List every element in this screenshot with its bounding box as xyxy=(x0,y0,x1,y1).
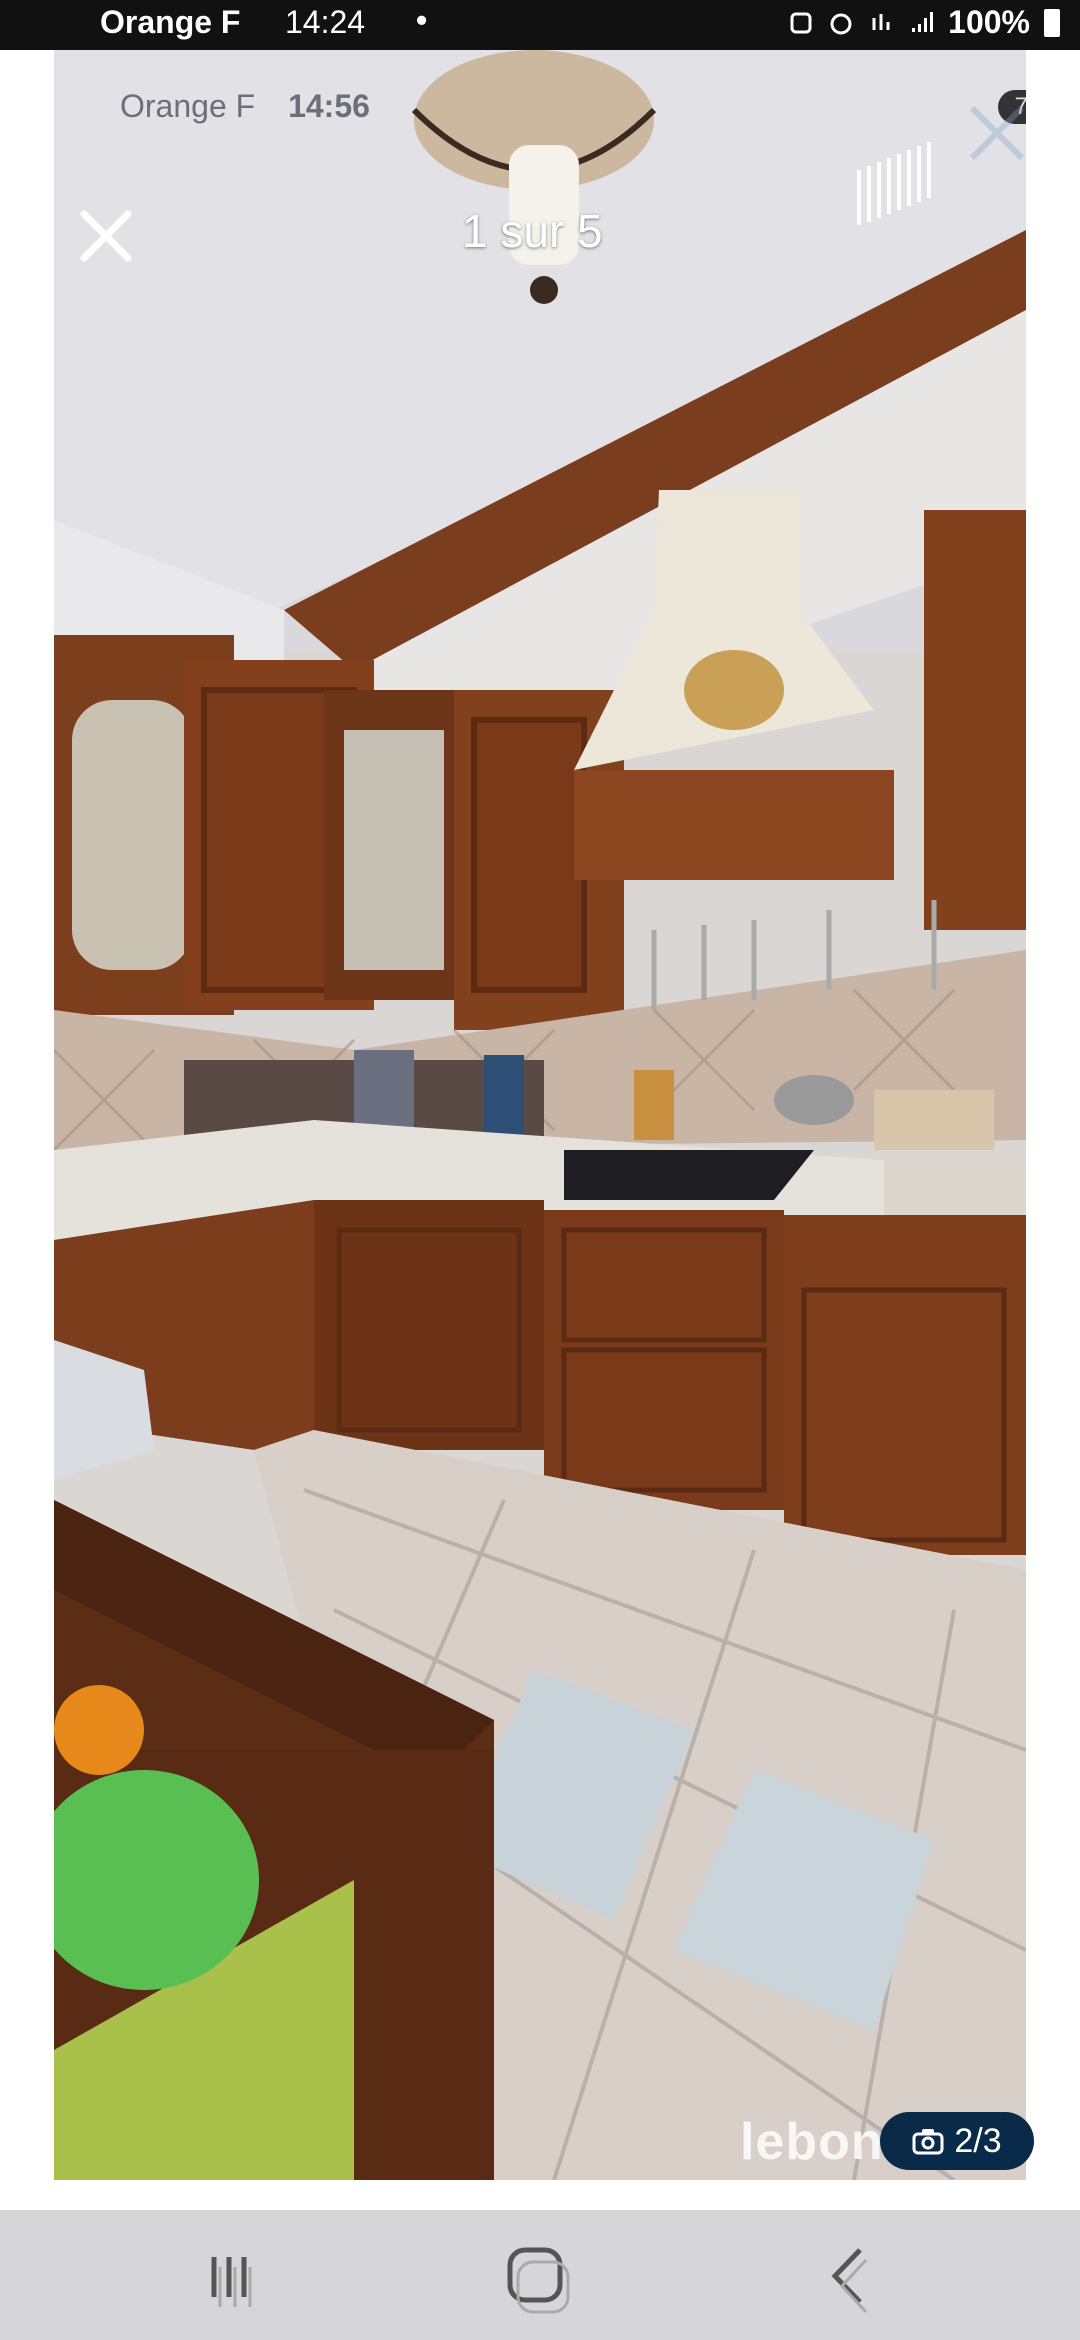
back-icon[interactable] xyxy=(800,2232,900,2322)
ghost-close-icon xyxy=(969,105,1025,161)
listing-photo[interactable]: Orange F 14:56 77 xyxy=(54,50,1026,2180)
navigation-bar xyxy=(0,2210,1080,2340)
home-icon[interactable] xyxy=(490,2232,590,2322)
status-bar: Orange F 14:24 • 100% xyxy=(0,0,1080,50)
photo-count: 2/3 xyxy=(954,2121,1002,2160)
kitchen-photo xyxy=(54,50,1026,2180)
battery-percent: 100% xyxy=(948,4,1030,40)
battery-icon xyxy=(1044,8,1060,37)
close-icon[interactable] xyxy=(76,206,136,266)
data-signal-icon xyxy=(872,13,890,30)
photo-counter: 1 sur 5 xyxy=(462,205,603,257)
alarm-icon xyxy=(830,13,852,34)
ghost-status-bar: Orange F 14:56 xyxy=(120,88,370,125)
clock: 14:24 xyxy=(285,4,366,40)
status-icons: 100% xyxy=(788,4,1060,41)
recycle-icon xyxy=(790,12,812,33)
cell-signal-icon xyxy=(912,11,934,32)
ghost-time: 14:56 xyxy=(288,88,370,124)
carrier-label: Orange F xyxy=(100,4,241,40)
camera-icon xyxy=(912,2129,944,2155)
watermark: lebon xyxy=(740,2113,884,2171)
notification-dot-icon: • xyxy=(416,2,428,38)
photo-count-badge[interactable]: 2/3 xyxy=(880,2112,1034,2170)
ghost-carrier: Orange F xyxy=(120,88,256,124)
recents-icon[interactable] xyxy=(184,2232,284,2322)
